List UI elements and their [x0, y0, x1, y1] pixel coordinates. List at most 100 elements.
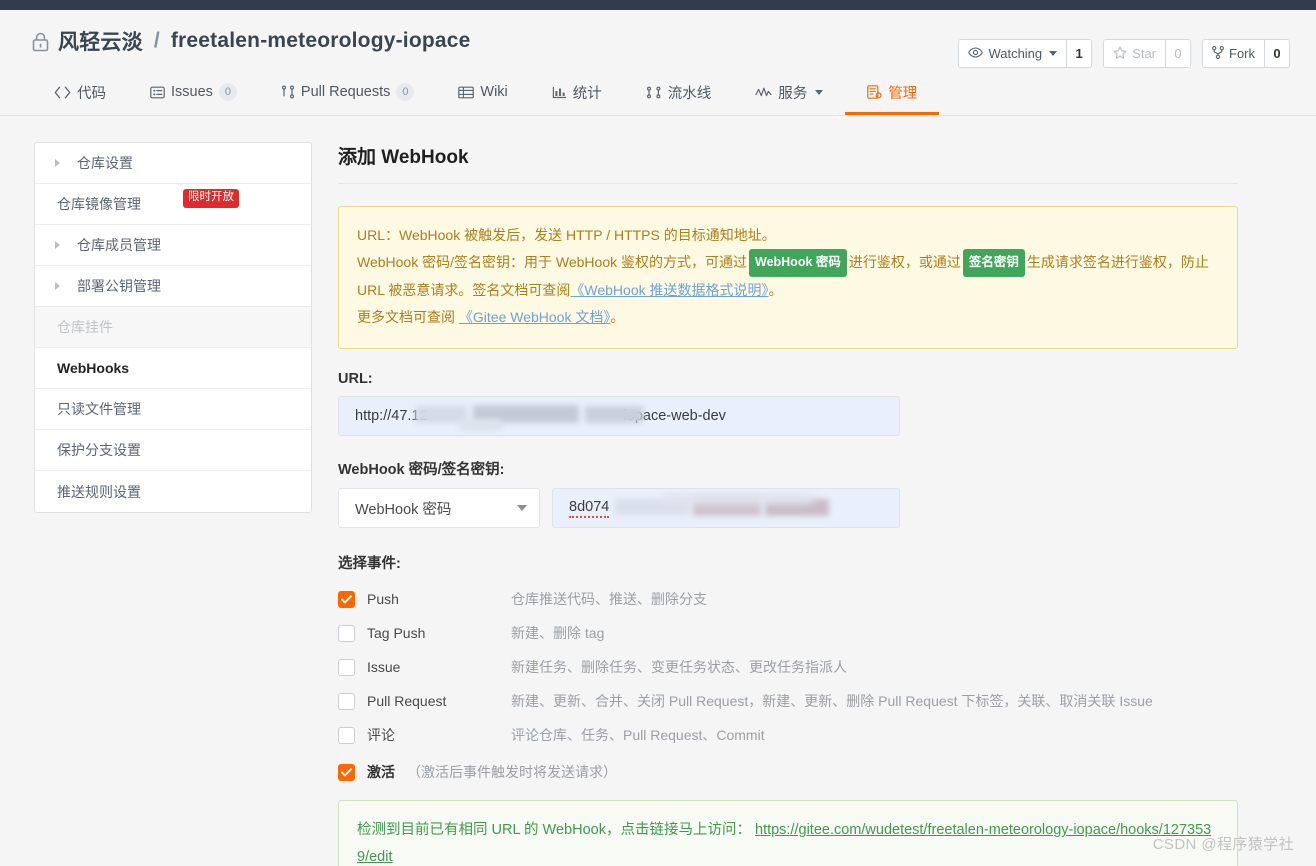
code-icon: [54, 86, 71, 99]
tab-issues-label: Issues: [171, 84, 213, 100]
url-value-prefix: http://47.12: [355, 408, 428, 425]
secret-value-input[interactable]: 8d074: [552, 488, 900, 529]
sidebar-item-push-rules[interactable]: 推送规则设置: [35, 471, 311, 512]
event-row: Issue 新建任务、删除任务、变更任务状态、更改任务指派人: [338, 650, 1238, 684]
tab-manage[interactable]: 管理: [845, 72, 940, 115]
star-icon: [1113, 45, 1127, 62]
tab-wiki-label: Wiki: [480, 84, 508, 100]
sidebar-item-label: 仓库成员管理: [77, 237, 161, 253]
repo-name-link[interactable]: freetalen-meteorology-iopace: [171, 29, 471, 53]
page-title: 添加 WebHook: [338, 142, 1238, 184]
fork-button-group[interactable]: Fork 0: [1202, 39, 1290, 68]
checkbox-event-pull-request[interactable]: [338, 692, 355, 710]
stats-icon: [552, 86, 567, 99]
star-count: 0: [1165, 40, 1190, 67]
sidebar-item-mirror[interactable]: 仓库镜像管理 限时开放: [35, 184, 311, 225]
tab-issues[interactable]: Issues 0: [128, 72, 259, 115]
app-root: 风轻云淡 / freetalen-meteorology-iopace Watc…: [0, 0, 1316, 866]
sidebar-item-label: 仓库镜像管理: [57, 196, 141, 212]
checkbox-event-push[interactable]: [338, 590, 355, 608]
activate-label: 激活: [367, 764, 395, 781]
tab-pull-requests[interactable]: Pull Requests 0: [259, 72, 436, 115]
star-button[interactable]: Star: [1104, 40, 1165, 67]
watch-label: Watching: [988, 46, 1043, 61]
notice-line-more-docs: 更多文档可查阅 《Gitee WebHook 文档》。: [357, 304, 1219, 331]
sidebar-item-readonly-files[interactable]: 只读文件管理: [35, 389, 311, 430]
redaction-blob: [459, 419, 501, 432]
tab-issues-badge: 0: [218, 83, 237, 101]
tab-code[interactable]: 代码: [32, 72, 128, 115]
sidebar-item-label: 仓库挂件: [57, 319, 113, 335]
event-name: Push: [367, 591, 399, 608]
header-actions: Watching 1 Star 0 Fork 0: [958, 39, 1290, 68]
secret-type-select[interactable]: WebHook 密码: [338, 488, 540, 529]
lock-icon: [32, 32, 49, 52]
repo-owner-link[interactable]: 风轻云淡: [58, 26, 143, 56]
sidebar-item-webhooks[interactable]: WebHooks: [35, 348, 311, 389]
redaction-blob: [473, 405, 579, 424]
tab-pipeline[interactable]: 流水线: [624, 72, 734, 115]
sidebar-item-widgets[interactable]: 仓库挂件: [35, 307, 311, 348]
activate-row: 激活 （激活后事件触发时将发送请求）: [338, 762, 1238, 782]
watch-count: 1: [1066, 40, 1092, 67]
fork-button[interactable]: Fork: [1203, 40, 1264, 67]
chevron-down-icon: [1049, 51, 1058, 56]
event-name: Issue: [367, 659, 401, 676]
notice-secret-text-b: 进行鉴权，或通过: [848, 254, 961, 271]
issues-icon: [150, 86, 165, 99]
watch-button[interactable]: Watching: [959, 40, 1067, 67]
secret-type-selected-value: WebHook 密码: [355, 501, 452, 518]
event-description: 评论仓库、任务、Pull Request、Commit: [511, 727, 765, 744]
top-system-bar: [0, 0, 1316, 10]
checkbox-event-tag-push[interactable]: [338, 624, 355, 642]
watermark: CSDN @程序猿学社: [1152, 836, 1294, 853]
notice-line-url: URL：WebHook 被触发后，发送 HTTP / HTTPS 的目标通知地址…: [357, 227, 776, 243]
tag-webhook-password: WebHook 密码: [749, 249, 847, 277]
event-name: 评论: [367, 727, 395, 744]
notice-line-secret: WebHook 密码/签名密钥：用于 WebHook 鉴权的方式，可通过 WebH…: [357, 249, 1219, 304]
tab-pull-requests-label: Pull Requests: [300, 84, 391, 100]
wiki-icon: [458, 86, 475, 99]
sidebar-item-deploy-keys[interactable]: 部署公钥管理: [35, 266, 311, 307]
fork-icon: [1212, 45, 1224, 62]
sidebar-item-members[interactable]: 仓库成员管理: [35, 225, 311, 266]
sidebar-item-label: 部署公钥管理: [77, 278, 161, 294]
tab-code-label: 代码: [77, 85, 106, 102]
page-content: 仓库设置 仓库镜像管理 限时开放 仓库成员管理 部署公钥管理 仓库挂件 WebH…: [0, 116, 1316, 866]
event-row: Push 仓库推送代码、推送、删除分支: [338, 582, 1238, 616]
sidebar-item-label: 只读文件管理: [57, 401, 141, 417]
link-gitee-webhook-doc[interactable]: 《Gitee WebHook 文档》: [459, 309, 610, 325]
manage-icon: [867, 85, 882, 99]
limited-time-badge: 限时开放: [183, 189, 239, 208]
sidebar-item-repo-settings[interactable]: 仓库设置: [35, 143, 311, 184]
watch-button-group[interactable]: Watching 1: [958, 39, 1093, 68]
service-icon: [755, 86, 772, 99]
url-label: URL:: [338, 371, 373, 388]
tab-stats[interactable]: 统计: [530, 72, 624, 115]
event-description: 新建、更新、合并、关闭 Pull Request，新建、更新、删除 Pull R…: [511, 693, 1153, 710]
tab-services[interactable]: 服务: [733, 72, 845, 115]
duplicate-notice-text: 检测到目前已有相同 URL 的 WebHook，点击链接马上访问：: [357, 822, 751, 839]
sidebar-item-protected-branches[interactable]: 保护分支设置: [35, 430, 311, 471]
checkbox-event-issue[interactable]: [338, 658, 355, 676]
checkbox-activate[interactable]: [338, 763, 355, 781]
notice-secret-text-a: WebHook 密码/签名密钥：用于 WebHook 鉴权的方式，可通过: [357, 254, 747, 271]
redaction-blob: [693, 498, 761, 517]
notice-more-text-b: 。: [610, 308, 625, 325]
redaction-blob: [615, 499, 689, 516]
link-push-data-format-doc[interactable]: 《WebHook 推送数据格式说明》: [570, 282, 768, 298]
event-description: 新建任务、删除任务、变更任务状态、更改任务指派人: [511, 659, 847, 676]
repo-nav: 代码 Issues 0 Pull Requests 0 Wiki 统计 流水线 …: [0, 72, 1316, 116]
fork-label: Fork: [1229, 46, 1255, 61]
tab-wiki[interactable]: Wiki: [436, 72, 529, 115]
duplicate-webhook-notice: 检测到目前已有相同 URL 的 WebHook，点击链接马上访问： https:…: [338, 800, 1238, 866]
chevron-right-icon: [55, 282, 60, 290]
event-row: Pull Request 新建、更新、合并、关闭 Pull Request，新建…: [338, 684, 1238, 718]
webhook-form-panel: 添加 WebHook URL：WebHook 被触发后，发送 HTTP / HT…: [338, 142, 1284, 866]
url-input[interactable]: http://47.12 iopace-web-dev: [338, 396, 900, 437]
secret-row: WebHook 密码 8d074: [338, 488, 1238, 529]
tab-pull-requests-badge: 0: [396, 83, 415, 101]
checkbox-event-comment[interactable]: [338, 726, 355, 744]
secret-value-prefix: 8d074: [569, 499, 610, 518]
star-button-group[interactable]: Star 0: [1103, 39, 1191, 68]
